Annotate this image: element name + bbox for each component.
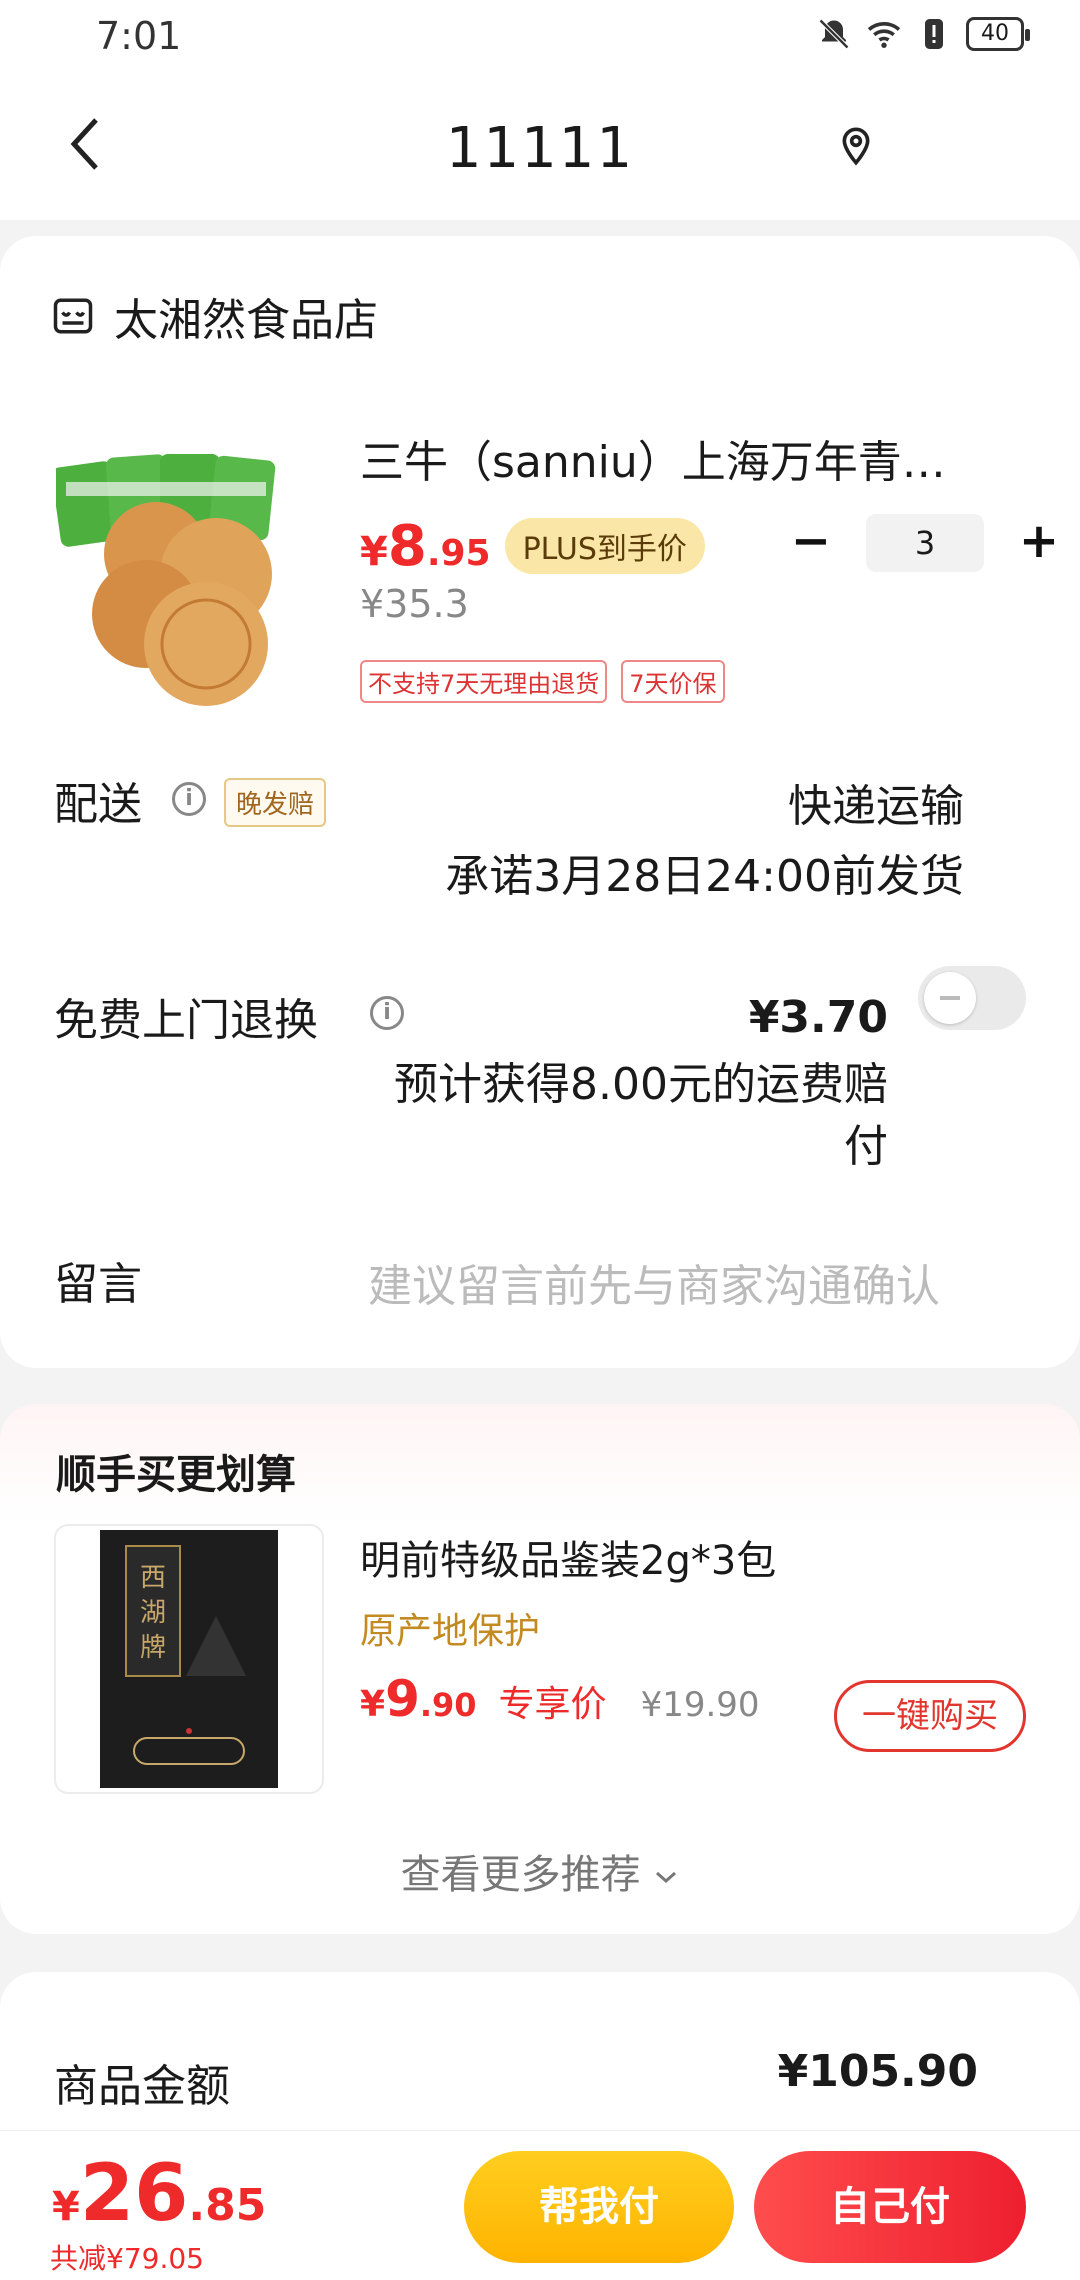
mute-icon	[818, 18, 850, 50]
price-currency: ¥	[360, 529, 388, 575]
total-currency: ¥	[52, 2184, 80, 2230]
original-price: ¥35.3	[360, 582, 469, 626]
product-title[interactable]: 三牛（sanniu）上海万年青…	[360, 426, 1000, 490]
recommend-price: ¥ 9 .90 专享价 ¥19.90	[360, 1670, 760, 1728]
page-title: 11111	[445, 116, 635, 181]
saved-amount: 共减¥79.05	[50, 2242, 204, 2275]
status-bar: 7:01 40	[0, 0, 1080, 80]
recommend-image[interactable]: 西 湖 牌	[54, 1524, 324, 1794]
recommend-title: 顺手买更划算	[56, 1452, 296, 1498]
recommend-card: 顺手买更划算 西 湖 牌 明前特级品鉴装2g*3包 原产地保护 ¥ 9 .90 …	[0, 1404, 1080, 1934]
rec-price-decimal: .90	[419, 1686, 477, 1724]
rec-price-currency: ¥	[360, 1684, 386, 1725]
tag-no-return: 不支持7天无理由退货	[360, 660, 608, 703]
more-recommend-link[interactable]: 查看更多推荐	[0, 1842, 1080, 1900]
status-time: 7:01	[96, 14, 182, 58]
product-price: ¥ 8 .95 PLUS到手价	[360, 514, 705, 580]
svg-text:西: 西	[140, 1563, 166, 1593]
decrease-button[interactable]: −	[788, 517, 834, 566]
total-integer: 26	[79, 2149, 189, 2239]
store-icon	[53, 298, 93, 334]
info-icon[interactable]: i	[370, 996, 404, 1030]
status-icons: 40	[816, 16, 1030, 52]
total-price: ¥ 26 .85	[52, 2149, 266, 2239]
price-decimal: .95	[426, 533, 491, 574]
bottom-bar: ¥ 26 .85 共减¥79.05 帮我付 自己付	[0, 2130, 1080, 2280]
store-header[interactable]: 太湘然食品店	[52, 284, 378, 348]
tag-price-protect: 7天价保	[621, 660, 725, 703]
svg-text:湖: 湖	[140, 1598, 166, 1628]
battery-icon: 40	[966, 17, 1030, 51]
message-label: 留言	[54, 1259, 142, 1310]
nav-bar: 11111	[0, 80, 1080, 220]
late-delivery-badge: 晚发赔	[224, 778, 327, 827]
tea-box-image: 西 湖 牌	[100, 1530, 278, 1788]
rec-original-price: ¥19.90	[640, 1685, 760, 1725]
alert-icon	[925, 19, 943, 49]
toggle-knob	[924, 972, 976, 1024]
order-card: 太湘然食品店 三牛（sanniu）上海万年青… ¥ 8 .95 PLUS到手价 …	[0, 236, 1080, 1368]
recommend-product-title[interactable]: 明前特级品鉴装2g*3包	[360, 1528, 776, 1586]
recommend-subtitle: 原产地保护	[360, 1611, 541, 1652]
help-me-pay-button[interactable]: 帮我付	[464, 2151, 734, 2263]
increase-button[interactable]: +	[1016, 517, 1062, 566]
one-click-buy-button[interactable]: 一键购买	[834, 1680, 1026, 1752]
return-service-note: 预计获得8.00元的运费赔付	[394, 1059, 888, 1172]
svg-text:牌: 牌	[140, 1633, 166, 1663]
goods-amount-label: 商品金额	[54, 2061, 230, 2112]
info-icon[interactable]: i	[172, 782, 206, 816]
total-decimal: .85	[188, 2180, 267, 2231]
quantity-input[interactable]: 3	[866, 514, 984, 572]
location-icon[interactable]	[836, 126, 876, 166]
more-recommend-label: 查看更多推荐	[400, 1852, 641, 1898]
return-service-label: 免费上门退换	[54, 995, 318, 1046]
return-service-price: ¥3.70	[748, 992, 888, 1043]
product-image[interactable]	[56, 434, 326, 714]
delivery-label: 配送	[54, 779, 142, 830]
store-name: 太湘然食品店	[114, 295, 378, 346]
wifi-icon	[867, 22, 901, 48]
chevron-down-icon	[656, 1871, 677, 1884]
product-tags: 不支持7天无理由退货 7天价保	[360, 660, 725, 703]
pay-myself-button[interactable]: 自己付	[754, 2151, 1026, 2263]
delivery-method[interactable]: 快递运输	[788, 770, 964, 834]
rec-price-integer: 9	[385, 1670, 420, 1728]
delivery-promise: 承诺3月28日24:00前发货	[445, 851, 964, 902]
price-integer: 8	[387, 514, 427, 579]
goods-amount-value: ¥105.90	[777, 2046, 978, 2097]
quantity-stepper: − 3 +	[788, 514, 1062, 572]
return-service-toggle[interactable]	[918, 966, 1026, 1030]
plus-badge: PLUS到手价	[504, 518, 705, 574]
rec-exclusive-label: 专享价	[498, 1684, 607, 1725]
message-input[interactable]: 建议留言前先与商家沟通确认	[368, 1250, 940, 1314]
